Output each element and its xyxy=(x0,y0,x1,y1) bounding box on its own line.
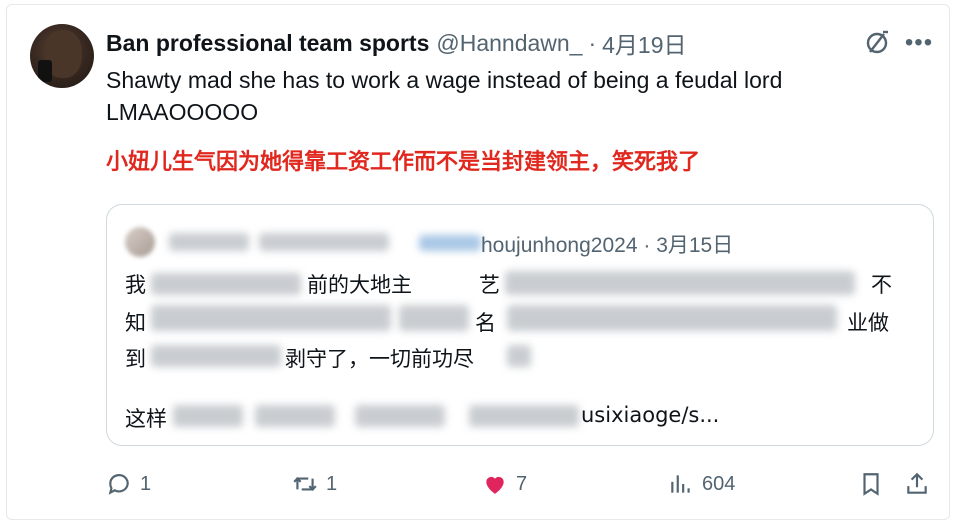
blur-l4b xyxy=(255,405,335,427)
blurred-handle-prefix xyxy=(419,235,481,251)
blurred-name-1 xyxy=(169,233,249,251)
quote-date: 3月15日 xyxy=(656,234,734,257)
tweet-text: Shawty mad she has to work a wage instea… xyxy=(106,64,866,128)
quote-handle: houjunhong2024 xyxy=(481,234,638,257)
tweet-date[interactable]: 4月19日 xyxy=(602,26,686,60)
blur-l2c xyxy=(507,305,837,331)
quote-line4-end: usixiaoge/s... xyxy=(581,403,720,427)
more-icon[interactable]: ••• xyxy=(904,28,934,58)
quote-line1-mid2: 艺 xyxy=(479,273,500,297)
quote-header: houjunhong2024 · 3月15日 xyxy=(481,229,733,259)
reply-button[interactable]: 1 xyxy=(106,466,151,502)
quote-line2-mid: 名 xyxy=(475,311,496,335)
quote-line4-start: 这样 xyxy=(125,407,167,431)
views-button[interactable]: 604 xyxy=(668,466,735,502)
retweet-icon xyxy=(293,477,317,491)
quote-line1-mid: 前的大地主 xyxy=(307,273,412,297)
views-icon xyxy=(671,475,690,493)
quote-line1-end: 不 xyxy=(871,273,892,297)
action-bar: 1 1 7 604 xyxy=(106,466,936,502)
blur-l1a xyxy=(151,273,301,295)
like-button[interactable]: 7 xyxy=(482,466,527,502)
quoted-tweet[interactable]: houjunhong2024 · 3月15日 我 前的大地主 艺 不 知 名 业… xyxy=(106,204,934,446)
translation-caption: 小妞儿生气因为她得靠工资工作而不是当封建领主，笑死我了 xyxy=(106,150,701,175)
blur-l4a xyxy=(173,405,243,427)
quote-line3-start: 到 xyxy=(125,347,146,371)
grok-icon[interactable] xyxy=(862,28,892,58)
quote-line2-start: 知 xyxy=(125,311,146,335)
reply-count: 1 xyxy=(140,472,152,495)
bookmark-button[interactable] xyxy=(858,466,884,502)
like-count: 7 xyxy=(516,472,528,495)
share-icon xyxy=(907,472,927,494)
tweet-text-line1: Shawty mad she has to work a wage instea… xyxy=(106,67,783,93)
blurred-name-2 xyxy=(259,233,389,251)
heart-icon xyxy=(486,476,504,494)
quote-line2-end: 业做 xyxy=(847,311,889,335)
blur-l3a xyxy=(151,345,281,367)
retweet-count: 1 xyxy=(326,472,338,495)
tweet-text-line2: LMAAOOOOO xyxy=(106,99,259,125)
blur-l3b xyxy=(507,345,531,367)
quote-line3-mid: 剥守了，一切前功尽 xyxy=(285,347,474,371)
header-separator: · xyxy=(588,29,597,56)
author-avatar[interactable] xyxy=(30,24,94,88)
avatar-phone xyxy=(38,60,52,82)
author-display-name[interactable]: Ban professional team sports xyxy=(106,30,429,57)
quote-separator: · xyxy=(643,234,651,257)
retweet-button[interactable]: 1 xyxy=(292,466,337,502)
blur-l2a xyxy=(151,305,391,331)
blur-l4d xyxy=(469,405,579,427)
reply-icon xyxy=(108,474,129,495)
blur-l1b xyxy=(505,271,855,295)
tweet-header: Ban professional team sports @Hanndawn_ … xyxy=(106,26,687,60)
blur-l4c xyxy=(355,405,445,427)
author-handle[interactable]: @Hanndawn_ xyxy=(436,30,582,57)
blur-l2b xyxy=(399,305,469,331)
quote-avatar xyxy=(125,227,155,257)
bookmark-icon xyxy=(863,473,879,496)
share-button[interactable] xyxy=(904,466,930,502)
views-count: 604 xyxy=(702,472,736,495)
quote-line1-start: 我 xyxy=(125,273,146,297)
